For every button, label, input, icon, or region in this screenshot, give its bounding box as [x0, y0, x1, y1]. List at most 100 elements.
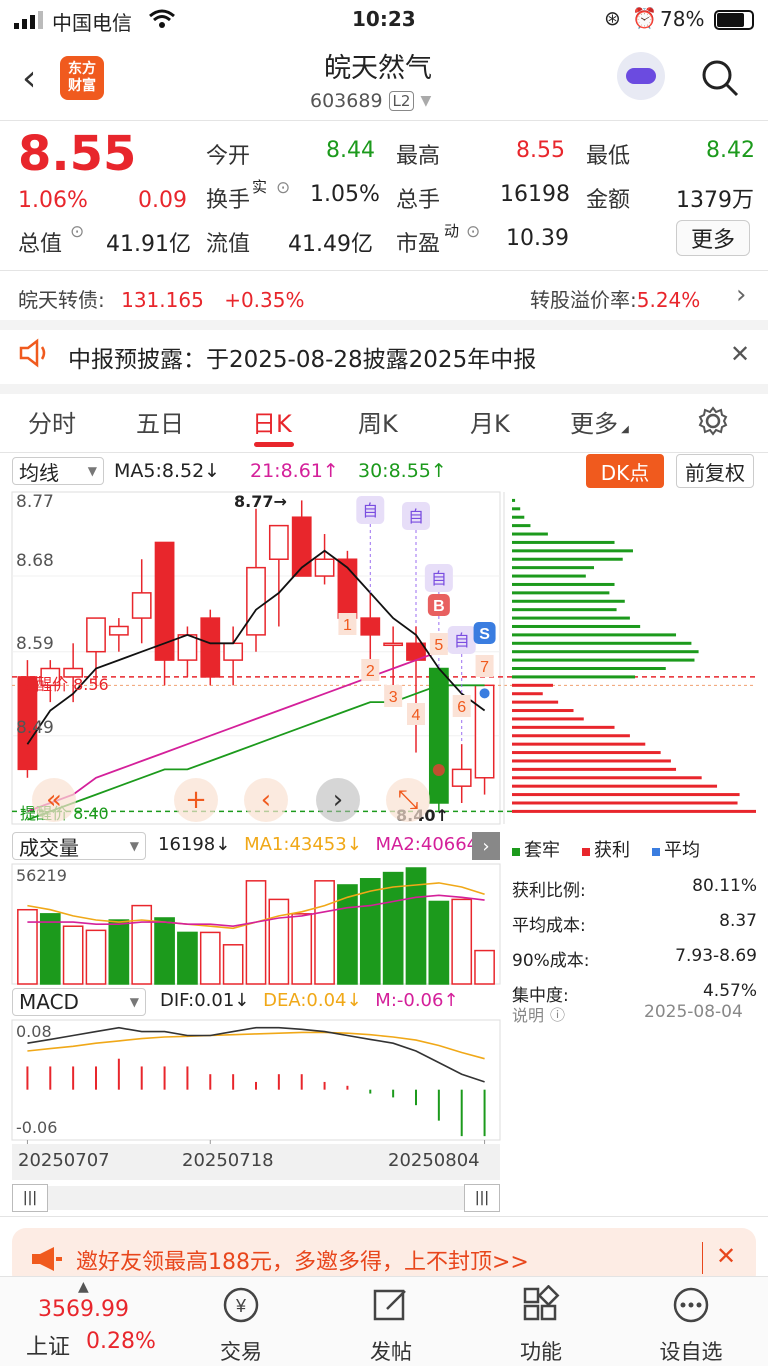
self-tag: 自: [362, 502, 378, 520]
self-tag: 自: [454, 632, 470, 650]
tab-5[interactable]: 更多 ◢: [570, 404, 629, 439]
macd-panel: [11, 1019, 501, 1141]
battery-icon: [714, 10, 754, 30]
open-value: 8.44: [326, 138, 375, 163]
candle-body: [451, 768, 472, 787]
chip-bar: [512, 557, 623, 561]
volume-indicator-select[interactable]: 成交量 ▼: [12, 832, 146, 860]
candle-body: [108, 625, 129, 636]
last-price: 8.55: [18, 126, 137, 182]
index-change[interactable]: 0.28%: [86, 1329, 156, 1354]
chevron-right-icon[interactable]: ›: [736, 280, 746, 310]
float-label: 流值: [206, 232, 251, 257]
info-icon[interactable]: ⊙: [70, 222, 84, 242]
expand-arrow-icon[interactable]: ›: [472, 832, 500, 860]
number-marker: 7: [480, 659, 489, 676]
nav-trade[interactable]: ¥ 交易: [186, 1285, 296, 1366]
index-value[interactable]: 3569.99: [38, 1297, 129, 1322]
tab-4[interactable]: 月K: [470, 404, 510, 439]
volume-bar: [154, 917, 175, 985]
volume-max: 56219: [16, 866, 67, 885]
chip-bar: [512, 616, 630, 620]
fast-back-icon[interactable]: «: [32, 778, 76, 822]
settings-gear-icon[interactable]: [697, 405, 729, 437]
scroll-handle-left[interactable]: |||: [12, 1184, 48, 1212]
number-marker: 2: [366, 663, 375, 680]
search-icon[interactable]: [700, 58, 740, 98]
avg-cost-dot: [479, 688, 490, 699]
y-tick: 8.49: [16, 718, 54, 738]
nav-add-watchlist[interactable]: 设自选: [636, 1285, 746, 1366]
turnover-sup: 实: [252, 178, 268, 196]
scroll-handle-right[interactable]: |||: [464, 1184, 500, 1212]
macd-indicator-select[interactable]: MACD ▼: [12, 988, 146, 1016]
stock-code-row[interactable]: 603689 L2 ▼: [310, 90, 431, 112]
clock: 10:23: [352, 7, 416, 31]
index-name[interactable]: 上证: [26, 1329, 70, 1361]
more-button[interactable]: 更多: [676, 220, 750, 256]
chip-bar: [512, 641, 692, 645]
adjust-button[interactable]: 前复权: [676, 454, 754, 488]
signal-dot: [432, 764, 445, 776]
chip-bar: [512, 549, 633, 553]
bond-row[interactable]: 皖天转债: 131.165 +0.35%: [18, 284, 304, 313]
tab-3[interactable]: 周K: [358, 404, 398, 439]
chip-bar: [512, 624, 641, 628]
dk-point-button[interactable]: DK点: [586, 454, 664, 488]
stock-name: 皖天然气: [324, 53, 432, 84]
volume-bar: [314, 880, 335, 985]
notice-text[interactable]: 中报预披露：于2025-08-28披露2025年中报: [68, 340, 536, 374]
date-label: 20250804: [388, 1150, 480, 1171]
indicator-select[interactable]: 均线 ▼: [12, 457, 104, 485]
wifi-icon: [149, 9, 175, 28]
volume-bar: [108, 919, 130, 985]
pe-label: 市盈: [396, 232, 441, 257]
zoom-in-icon[interactable]: +: [174, 778, 218, 822]
fullscreen-icon[interactable]: ⤡: [386, 778, 430, 822]
alert-upper[interactable]: 提醒价 8.56: [20, 671, 109, 695]
m-readout: M:-0.06↑: [375, 990, 459, 1011]
info-icon: ⓘ: [550, 1005, 566, 1024]
range-scrollbar[interactable]: [12, 1186, 500, 1210]
tab-2[interactable]: 日K: [252, 404, 292, 439]
volume-bar: [17, 908, 38, 985]
close-icon[interactable]: ✕: [730, 340, 750, 368]
tab-1[interactable]: 五日: [136, 404, 184, 439]
chip-note[interactable]: 说明 ⓘ: [512, 1002, 565, 1026]
candle-body: [474, 684, 495, 779]
close-icon[interactable]: ✕: [716, 1242, 736, 1270]
premium-row[interactable]: 转股溢价率:5.24%: [530, 284, 700, 313]
mktcap-value: 41.91亿: [106, 232, 191, 257]
battery-percent: 78%: [660, 7, 705, 31]
chip-bar: [512, 650, 699, 654]
chip-bar: [512, 793, 740, 797]
pe-sup: 动: [444, 222, 460, 240]
info-icon[interactable]: ⊙: [276, 178, 290, 198]
nav-post[interactable]: 发帖: [336, 1285, 446, 1366]
prev-icon[interactable]: ‹: [244, 778, 288, 822]
volume-readouts: 16198↓ MA1:43453↓ MA2:40664: [158, 834, 472, 855]
info-icon[interactable]: ⊙: [466, 222, 480, 242]
volume-label: 总手: [396, 188, 441, 213]
assistant-avatar[interactable]: [617, 52, 665, 100]
bottom-nav: ▲ 3569.99 上证 0.28% ¥ 交易 发帖 功能 设自选: [0, 1276, 768, 1366]
vol-ma1: MA1:43453↓: [244, 834, 362, 855]
bond-change: +0.35%: [224, 288, 305, 312]
ma5-readout: MA5:8.52↓: [114, 460, 221, 482]
nav-functions[interactable]: 功能: [486, 1284, 596, 1366]
high-marker: 8.77→: [234, 492, 287, 511]
candle-body: [177, 634, 198, 661]
tab-0[interactable]: 分时: [28, 404, 76, 439]
mktcap-label: 总值: [18, 232, 63, 257]
alarm-icon: ⏰: [632, 6, 657, 30]
self-tag: 自: [408, 508, 424, 526]
next-icon[interactable]: ›: [316, 778, 360, 822]
number-marker: 4: [412, 707, 421, 724]
active-tab-indicator: [254, 442, 294, 447]
volume-bar: [474, 949, 495, 985]
back-icon[interactable]: ‹: [22, 58, 36, 99]
candle-body: [131, 592, 152, 619]
number-marker: 3: [389, 689, 398, 706]
premium-label: 转股溢价率:: [530, 288, 637, 312]
signal-icon: [14, 11, 43, 29]
